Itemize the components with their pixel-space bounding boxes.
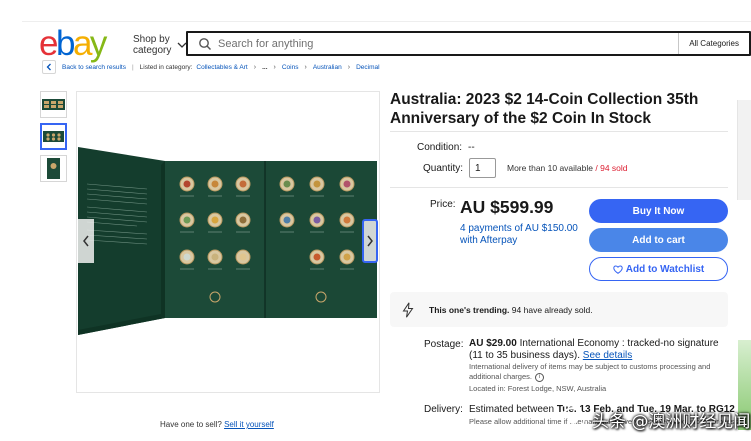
ebay-logo[interactable]: e b a y xyxy=(39,24,108,63)
back-button[interactable] xyxy=(42,60,56,74)
afterpay-link[interactable]: 4 payments of AU $150.00 with Afterpay xyxy=(460,223,580,247)
coin-folder-thumbnail-image xyxy=(42,99,65,110)
breadcrumb-chevron-icon: › xyxy=(253,63,257,71)
info-icon[interactable]: i xyxy=(534,372,544,382)
availability-text: More than 10 available / 94 sold xyxy=(507,163,628,173)
chevron-right-icon xyxy=(367,235,373,247)
quantity-input[interactable] xyxy=(469,158,496,178)
breadcrumb-chevron-icon: › xyxy=(273,63,276,71)
search-bar: All Categories xyxy=(186,31,751,56)
top-divider xyxy=(22,21,751,22)
breadcrumb-decimal[interactable]: Decimal xyxy=(356,64,379,71)
coin-collection-folder-image xyxy=(78,147,377,335)
breadcrumb: Back to search results | Listed in categ… xyxy=(42,60,380,74)
buy-it-now-label: Buy It Now xyxy=(632,205,685,217)
trending-bold: This one's trending. xyxy=(429,304,510,315)
lightning-icon xyxy=(402,302,414,317)
price-value: AU $599.99 xyxy=(460,197,554,217)
delivery-prefix: Estimated between xyxy=(469,404,555,415)
back-arrow-icon xyxy=(46,63,51,71)
logo-letter-e: e xyxy=(39,24,58,63)
main-product-image[interactable] xyxy=(76,91,380,393)
shop-by-line1: Shop by xyxy=(133,34,170,45)
condition-label: Condition: xyxy=(417,142,463,153)
gallery-thumbnail[interactable] xyxy=(40,91,67,118)
item-location: Located in: Forest Lodge, NSW, Australia xyxy=(469,384,607,393)
watermark-logo-icon xyxy=(561,407,585,431)
available-count: More than 10 available xyxy=(507,163,594,173)
add-to-cart-button[interactable]: Add to cart xyxy=(589,228,728,252)
breadcrumb-more[interactable]: ... xyxy=(262,64,267,71)
add-to-watchlist-button[interactable]: Add to Watchlist xyxy=(589,257,728,281)
listed-in-label: Listed in category: xyxy=(139,63,193,71)
see-details-link[interactable]: See details xyxy=(583,350,632,361)
gallery-thumbnail-selected[interactable] xyxy=(40,123,67,150)
breadcrumb-coins[interactable]: Coins xyxy=(282,64,299,71)
postage-price: AU $29.00 xyxy=(469,338,517,349)
postage-label: Postage: xyxy=(424,339,464,350)
category-select[interactable]: All Categories xyxy=(678,33,749,54)
customs-note: International delivery of items may be s… xyxy=(469,362,719,382)
sell-hint-text: Have one to sell? xyxy=(160,420,222,429)
coin-folder-cover-image xyxy=(47,158,60,179)
trending-text: This one's trending. 94 have already sol… xyxy=(429,305,593,315)
back-to-search-link[interactable]: Back to search results xyxy=(62,64,126,71)
condition-value: -- xyxy=(468,142,475,153)
divider xyxy=(390,187,728,188)
breadcrumb-divider: | xyxy=(131,63,134,71)
watermark-text: 头条 @澳洲财经见闻 xyxy=(592,411,751,432)
gallery-thumbnail[interactable] xyxy=(40,155,67,182)
search-icon xyxy=(199,37,212,50)
breadcrumb-chevron-icon: › xyxy=(347,63,351,71)
coin-folder-thumbnail-image xyxy=(43,131,64,142)
breadcrumb-australian[interactable]: Australian xyxy=(313,64,342,71)
customs-note-text: International delivery of items may be s… xyxy=(469,362,711,381)
delivery-label: Delivery: xyxy=(424,404,463,415)
previous-image-button[interactable] xyxy=(78,219,94,263)
chevron-left-icon xyxy=(83,235,89,247)
quantity-label: Quantity: xyxy=(423,163,464,174)
shop-by-category-button[interactable]: Shop by category xyxy=(133,34,187,56)
logo-letter-a: a xyxy=(72,24,92,63)
price-label: Price: xyxy=(430,199,456,210)
logo-letter-b: b xyxy=(55,24,75,63)
trending-rest: 94 have already sold. xyxy=(511,304,593,315)
divider xyxy=(390,131,728,132)
side-panel-edge xyxy=(737,100,751,200)
buy-it-now-button[interactable]: Buy It Now xyxy=(589,199,728,223)
logo-letter-y: y xyxy=(89,24,108,63)
sell-it-yourself-link[interactable]: Sell it yourself xyxy=(224,420,274,429)
next-image-button[interactable] xyxy=(362,219,378,263)
breadcrumb-collectables[interactable]: Collectables & Art xyxy=(196,64,247,71)
search-input[interactable] xyxy=(218,33,679,54)
listing-title: Australia: 2023 $2 14-Coin Collection 35… xyxy=(390,91,699,127)
heart-icon xyxy=(613,265,623,274)
shop-by-line2: category xyxy=(133,45,172,56)
breadcrumb-chevron-icon: › xyxy=(304,63,307,71)
watermark: 头条 @澳洲财经见闻 xyxy=(560,405,750,433)
trending-banner: This one's trending. 94 have already sol… xyxy=(390,292,728,327)
sold-count[interactable]: / 94 sold xyxy=(595,163,627,173)
sell-one-prompt: Have one to sell? Sell it yourself xyxy=(160,420,274,429)
add-to-cart-label: Add to cart xyxy=(632,234,685,246)
add-to-watchlist-label: Add to Watchlist xyxy=(625,263,705,275)
postage-info: AU $29.00 International Economy : tracke… xyxy=(469,338,724,362)
